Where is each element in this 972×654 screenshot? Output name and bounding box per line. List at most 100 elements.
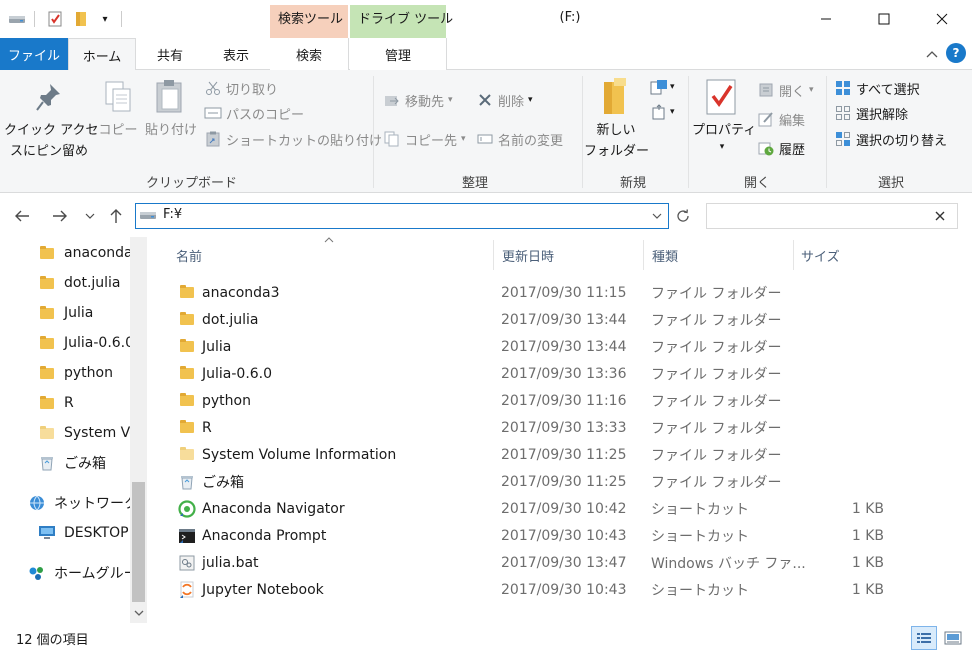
column-header-date[interactable]: 更新日時 [502,240,642,270]
history-button[interactable]: 履歴 [757,136,805,160]
nav-item-desktop[interactable]: DESKTOP [0,518,130,548]
nav-item-network[interactable]: ネットワーク [0,488,130,518]
file-row-julia-bat[interactable]: julia.bat 2017/09/30 13:47 Windows バッチ フ… [170,549,890,576]
file-name: anaconda3 [202,284,280,301]
file-row-system-volume[interactable]: System Volume Information 2017/09/30 11:… [170,441,890,468]
nav-item-julia-060[interactable]: Julia-0.6.0 [0,328,130,358]
file-row-anaconda-prompt[interactable]: Anaconda Prompt 2017/09/30 10:43 ショートカット… [170,522,890,549]
file-row-python[interactable]: python 2017/09/30 11:16 ファイル フォルダー [170,387,890,414]
nav-scroll-down-button[interactable] [130,604,147,622]
nav-item-label: DESKTOP [64,525,129,541]
column-separator[interactable] [793,240,794,270]
delete-button[interactable]: 削除 ▾ [476,88,533,112]
file-type: ショートカット [651,528,749,545]
file-row-jupyter-notebook[interactable]: Jupyter Notebook 2017/09/30 10:43 ショートカッ… [170,576,890,603]
close-button[interactable] [913,0,971,38]
tab-search[interactable]: 検索 [270,38,348,70]
file-row-r[interactable]: R 2017/09/30 13:33 ファイル フォルダー [170,414,890,441]
file-size [800,360,884,387]
file-row-dot-julia[interactable]: dot.julia 2017/09/30 13:44 ファイル フォルダー [170,306,890,333]
column-separator[interactable] [493,240,494,270]
maximize-button[interactable] [855,0,913,38]
file-size: 1 KB [851,527,884,544]
column-separator[interactable] [643,240,644,270]
folder-icon [38,304,56,322]
column-header-size[interactable]: サイズ [801,240,891,270]
tab-home[interactable]: ホーム [68,38,136,71]
file-row-julia[interactable]: Julia 2017/09/30 13:44 ファイル フォルダー [170,333,890,360]
chevron-down-icon: ▾ [670,82,675,92]
rename-button[interactable]: 名前の変更 [476,127,563,151]
paste-button[interactable]: 貼り付け [142,120,200,141]
file-row-anaconda-navigator[interactable]: Anaconda Navigator 2017/09/30 10:42 ショート… [170,495,890,522]
cut-button[interactable]: 切り取り [204,76,278,100]
new-folder-button[interactable]: 新しい フォルダー [584,120,649,162]
properties-button[interactable]: プロパティ ▾ [692,120,756,153]
address-dropdown-button[interactable] [648,207,666,225]
nav-item-dot-julia[interactable]: dot.julia [0,268,130,298]
paste-shortcut-label: ショートカットの貼り付け [226,133,383,149]
search-input[interactable] [706,203,958,229]
file-row-julia-060[interactable]: Julia-0.6.0 2017/09/30 13:36 ファイル フォルダー [170,360,890,387]
back-button[interactable] [10,204,34,228]
properties-check-icon[interactable] [46,10,64,28]
address-input[interactable] [135,203,669,229]
new-folder-icon[interactable] [72,10,90,28]
refresh-button[interactable] [672,204,694,228]
nav-item-recycle-bin[interactable]: ごみ箱 [0,448,130,478]
tab-separator [446,38,447,70]
open-button[interactable]: 開く ▾ [757,78,814,102]
nav-item-system-volume[interactable]: System Volume Information [0,418,130,448]
status-bar [0,623,972,654]
file-date: 2017/09/30 10:43 [501,527,627,544]
search-clear-button[interactable] [930,206,950,226]
file-row-recycle-bin[interactable]: ごみ箱 2017/09/30 11:25 ファイル フォルダー [170,468,890,495]
easy-access-button[interactable]: ▾ [650,103,675,121]
drive-icon[interactable] [8,10,26,28]
nav-item-r[interactable]: R [0,388,130,418]
nav-item-anaconda3[interactable]: anaconda3 [0,238,130,268]
pin-quick-access-button[interactable]: クイック アクセ スにピン留め [4,120,98,162]
minimize-button[interactable] [797,0,855,38]
copy-to-button[interactable]: コピー先 ▾ [383,127,466,151]
nav-item-julia[interactable]: Julia [0,298,130,328]
paste-shortcut-button[interactable]: ショートカットの貼り付け [204,127,382,151]
up-button[interactable] [104,204,128,228]
file-size [800,306,884,333]
nav-item-python[interactable]: python [0,358,130,388]
new-item-icon [650,78,668,96]
tab-share[interactable]: 共有 [140,38,200,70]
drive-icon [139,209,157,225]
tab-file[interactable]: ファイル [0,38,68,70]
select-all-button[interactable]: すべて選択 [834,76,920,100]
tab-view[interactable]: 表示 [204,38,268,70]
details-view-button[interactable] [911,626,937,650]
help-icon[interactable]: ? [946,43,966,63]
copy-button[interactable]: コピー [96,120,140,141]
qat-customize-icon[interactable]: ▾ [96,10,114,28]
terminal-icon [178,527,196,545]
column-header-name[interactable]: 名前 [176,240,492,270]
new-item-button[interactable]: ▾ [650,78,675,96]
select-none-button[interactable]: 選択解除 [834,101,908,125]
invert-selection-button[interactable]: 選択の切り替え [834,127,947,151]
file-row-anaconda3[interactable]: anaconda3 2017/09/30 11:15 ファイル フォルダー [170,279,890,306]
move-to-button[interactable]: 移動先 ▾ [383,88,453,112]
nav-item-label: ごみ箱 [64,456,106,472]
copy-path-button[interactable]: パスのコピー [204,101,304,125]
file-type: ショートカット [651,582,749,599]
large-icons-view-button[interactable] [940,626,966,650]
delete-x-icon [476,91,494,109]
forward-button[interactable] [48,204,72,228]
folder-icon [178,392,196,410]
pin-label-line2: スにピン留め [9,144,88,159]
nav-scrollbar-thumb[interactable] [132,482,145,602]
column-header-type[interactable]: 種類 [652,240,792,270]
recent-locations-button[interactable] [80,204,100,228]
edit-button[interactable]: 編集 [757,107,805,131]
nav-item-homegroup[interactable]: ホームグループ [0,558,130,588]
tab-manage[interactable]: 管理 [350,38,446,70]
select-none-label: 選択解除 [856,107,909,123]
collapse-ribbon-icon[interactable] [922,44,942,64]
file-size [800,387,884,414]
